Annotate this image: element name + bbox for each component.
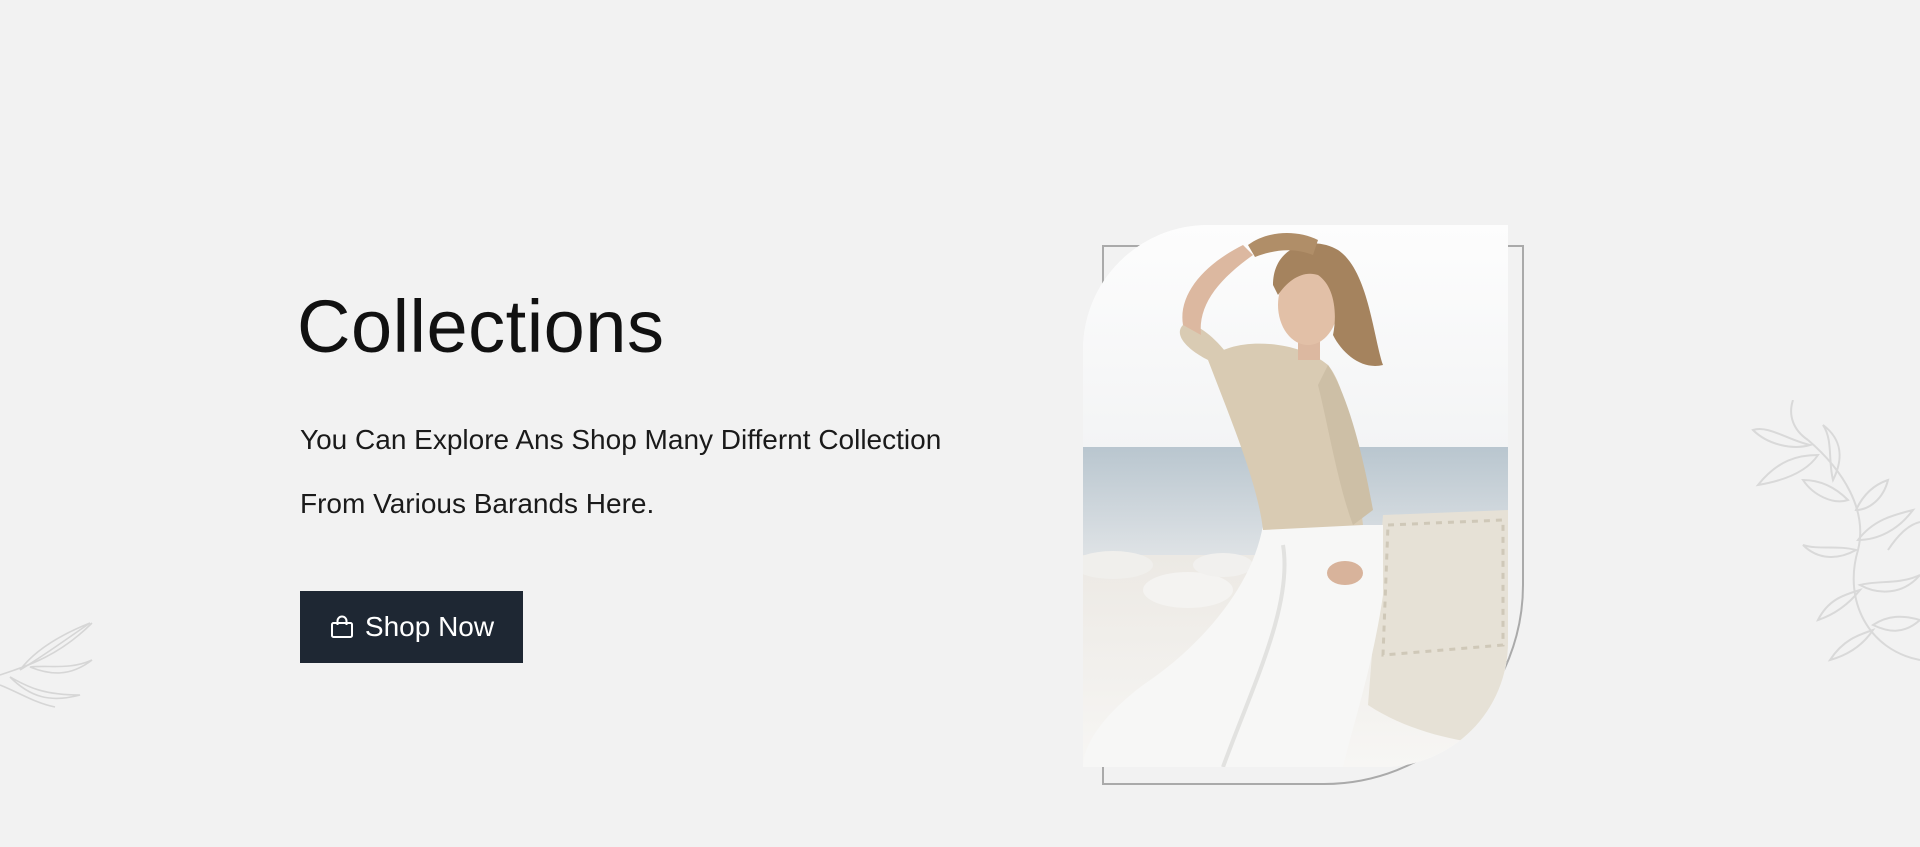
model-photo bbox=[1083, 225, 1508, 767]
hero-photo bbox=[1083, 225, 1508, 767]
shop-now-label: Shop Now bbox=[364, 611, 495, 642]
leaf-vine-icon bbox=[1751, 400, 1920, 662]
page-title: Collections bbox=[297, 285, 665, 368]
leaf-branch-icon bbox=[0, 622, 93, 708]
description-line-2: From Various Barands Here. bbox=[300, 488, 655, 519]
description-line-1: You Can Explore Ans Shop Many Differnt C… bbox=[300, 424, 942, 455]
hero-content: Collections You Can Explore Ans Shop Man… bbox=[297, 283, 1017, 663]
shop-now-button[interactable]: Shop Now bbox=[300, 591, 523, 663]
shopping-bag-icon bbox=[330, 615, 353, 638]
hero-section: Collections You Can Explore Ans Shop Man… bbox=[0, 0, 1920, 847]
hero-description: You Can Explore Ans Shop Many Differnt C… bbox=[300, 408, 1020, 536]
